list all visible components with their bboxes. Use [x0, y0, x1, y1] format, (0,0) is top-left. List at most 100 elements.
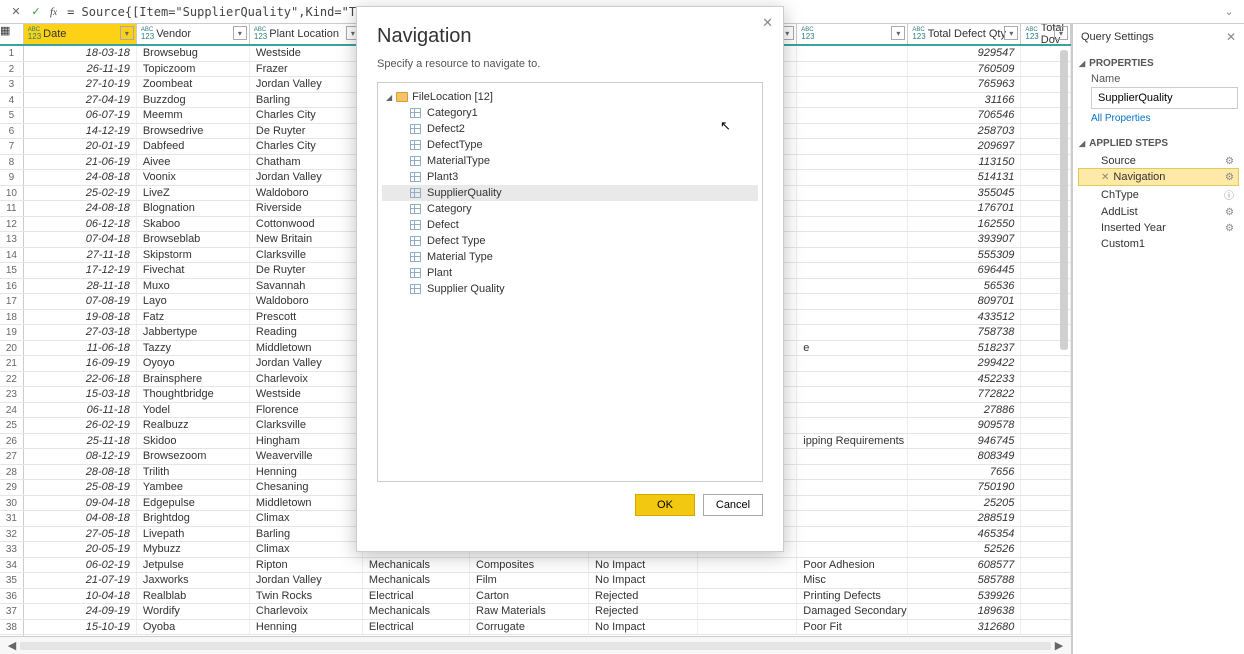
cell[interactable]: 209697	[908, 139, 1021, 154]
cell[interactable]	[698, 573, 797, 588]
cell[interactable]: Charles City	[250, 139, 363, 154]
cell[interactable]: Trilith	[137, 465, 250, 480]
cell[interactable]: 393907	[908, 232, 1021, 247]
cell[interactable]: 06-02-19	[24, 558, 137, 573]
cell[interactable]: Realblab	[137, 589, 250, 604]
cell[interactable]	[797, 527, 908, 542]
cell[interactable]: 27-10-19	[24, 77, 137, 92]
row-number[interactable]: 2	[0, 62, 24, 77]
cell[interactable]: 539926	[908, 589, 1021, 604]
column-header[interactable]: ABC123Total Dov▾	[1021, 24, 1071, 44]
tree-item[interactable]: Defect	[382, 217, 758, 233]
cell[interactable]	[797, 496, 908, 511]
tree-root[interactable]: ◢ FileLocation [12]	[382, 89, 758, 105]
cell[interactable]: Brightdog	[137, 511, 250, 526]
cell[interactable]: 25-08-19	[24, 480, 137, 495]
cell[interactable]: Weaverville	[250, 449, 363, 464]
cell[interactable]: Skipstorm	[137, 248, 250, 263]
cell[interactable]: Westside	[250, 46, 363, 61]
tree-item[interactable]: Plant3	[382, 169, 758, 185]
cell[interactable]: Electrical	[363, 620, 470, 635]
row-number[interactable]: 8	[0, 155, 24, 170]
cell[interactable]: 28-11-18	[24, 279, 137, 294]
row-number[interactable]: 10	[0, 186, 24, 201]
cell[interactable]: Waldoboro	[250, 294, 363, 309]
cell[interactable]: 27-03-18	[24, 325, 137, 340]
applied-step[interactable]: Custom1	[1079, 236, 1238, 252]
cell[interactable]: 25-11-18	[24, 434, 137, 449]
row-number[interactable]: 5	[0, 108, 24, 123]
close-panel-icon[interactable]: ✕	[1226, 30, 1236, 44]
cell[interactable]: Dabfeed	[137, 139, 250, 154]
cell[interactable]: 433512	[908, 310, 1021, 325]
cell[interactable]: No Impact	[589, 558, 698, 573]
cell[interactable]	[797, 511, 908, 526]
row-number[interactable]: 38	[0, 620, 24, 635]
applied-step[interactable]: Source⚙	[1079, 153, 1238, 169]
cell[interactable]: Damaged Secondary Packaging	[797, 604, 908, 619]
cell[interactable]	[797, 124, 908, 139]
cell[interactable]: 24-09-19	[24, 604, 137, 619]
datatype-icon[interactable]: ABC123	[254, 27, 267, 41]
cell[interactable]: 26-02-19	[24, 418, 137, 433]
cell[interactable]: Skidoo	[137, 434, 250, 449]
cell[interactable]: ipping Requirements Error	[797, 434, 908, 449]
cell[interactable]: Chatham	[250, 155, 363, 170]
cell[interactable]: Printing Defects	[797, 589, 908, 604]
cell[interactable]: 06-11-18	[24, 403, 137, 418]
ok-button[interactable]: OK	[635, 494, 695, 516]
tree-item[interactable]: Material Type	[382, 249, 758, 265]
cell[interactable]: Barling	[250, 527, 363, 542]
table-row[interactable]: 3406-02-19JetpulseRiptonMechanicalsCompo…	[0, 558, 1071, 574]
cell[interactable]: 20-01-19	[24, 139, 137, 154]
cell[interactable]: 07-08-19	[24, 294, 137, 309]
cell[interactable]: Clarksville	[250, 248, 363, 263]
cell[interactable]	[797, 325, 908, 340]
cell[interactable]: Jabbertype	[137, 325, 250, 340]
cell[interactable]: Jaxworks	[137, 573, 250, 588]
cell[interactable]: 24-08-18	[24, 170, 137, 185]
datatype-icon[interactable]: ABC123	[1025, 27, 1038, 41]
cell[interactable]: 24-08-18	[24, 201, 137, 216]
cell[interactable]: 518237	[908, 341, 1021, 356]
cell[interactable]: 08-12-19	[24, 449, 137, 464]
row-number[interactable]: 13	[0, 232, 24, 247]
row-number[interactable]: 36	[0, 589, 24, 604]
cell[interactable]: 09-04-18	[24, 496, 137, 511]
cell[interactable]: 06-12-18	[24, 217, 137, 232]
cell[interactable]	[797, 217, 908, 232]
cell[interactable]: Frazer	[250, 62, 363, 77]
cell[interactable]: Voonix	[137, 170, 250, 185]
table-row[interactable]: 39	[0, 635, 1071, 636]
applied-step[interactable]: AddList⚙	[1079, 204, 1238, 220]
cell[interactable]: Yodel	[137, 403, 250, 418]
cell[interactable]: Film	[470, 573, 589, 588]
expand-formula-icon[interactable]: ⌄	[1220, 5, 1238, 18]
cancel-button[interactable]: Cancel	[703, 494, 763, 516]
row-number[interactable]: 17	[0, 294, 24, 309]
row-number[interactable]: 32	[0, 527, 24, 542]
column-filter-icon[interactable]: ▾	[891, 26, 905, 40]
cell[interactable]: 11-06-18	[24, 341, 137, 356]
cell[interactable]: Waldoboro	[250, 186, 363, 201]
cell[interactable]: 14-12-19	[24, 124, 137, 139]
scroll-right-icon[interactable]: ▶	[1051, 639, 1067, 652]
cell[interactable]: 696445	[908, 263, 1021, 278]
cell[interactable]	[797, 139, 908, 154]
gear-icon[interactable]: ⚙	[1225, 156, 1234, 167]
datatype-icon[interactable]: ABC123	[912, 27, 925, 41]
cell[interactable]: Raw Materials	[470, 604, 589, 619]
column-filter-icon[interactable]: ▾	[120, 26, 134, 40]
cell[interactable]: Charles City	[250, 108, 363, 123]
cell[interactable]	[698, 604, 797, 619]
cell[interactable]: Jordan Valley	[250, 573, 363, 588]
cell[interactable]: 299422	[908, 356, 1021, 371]
cell[interactable]: Chesaning	[250, 480, 363, 495]
cell[interactable]	[797, 186, 908, 201]
cell[interactable]	[797, 263, 908, 278]
cell[interactable]: Barling	[250, 93, 363, 108]
cell[interactable]	[698, 589, 797, 604]
cell[interactable]: Florence	[250, 403, 363, 418]
tree-item[interactable]: Defect2	[382, 121, 758, 137]
cell[interactable]: 808349	[908, 449, 1021, 464]
